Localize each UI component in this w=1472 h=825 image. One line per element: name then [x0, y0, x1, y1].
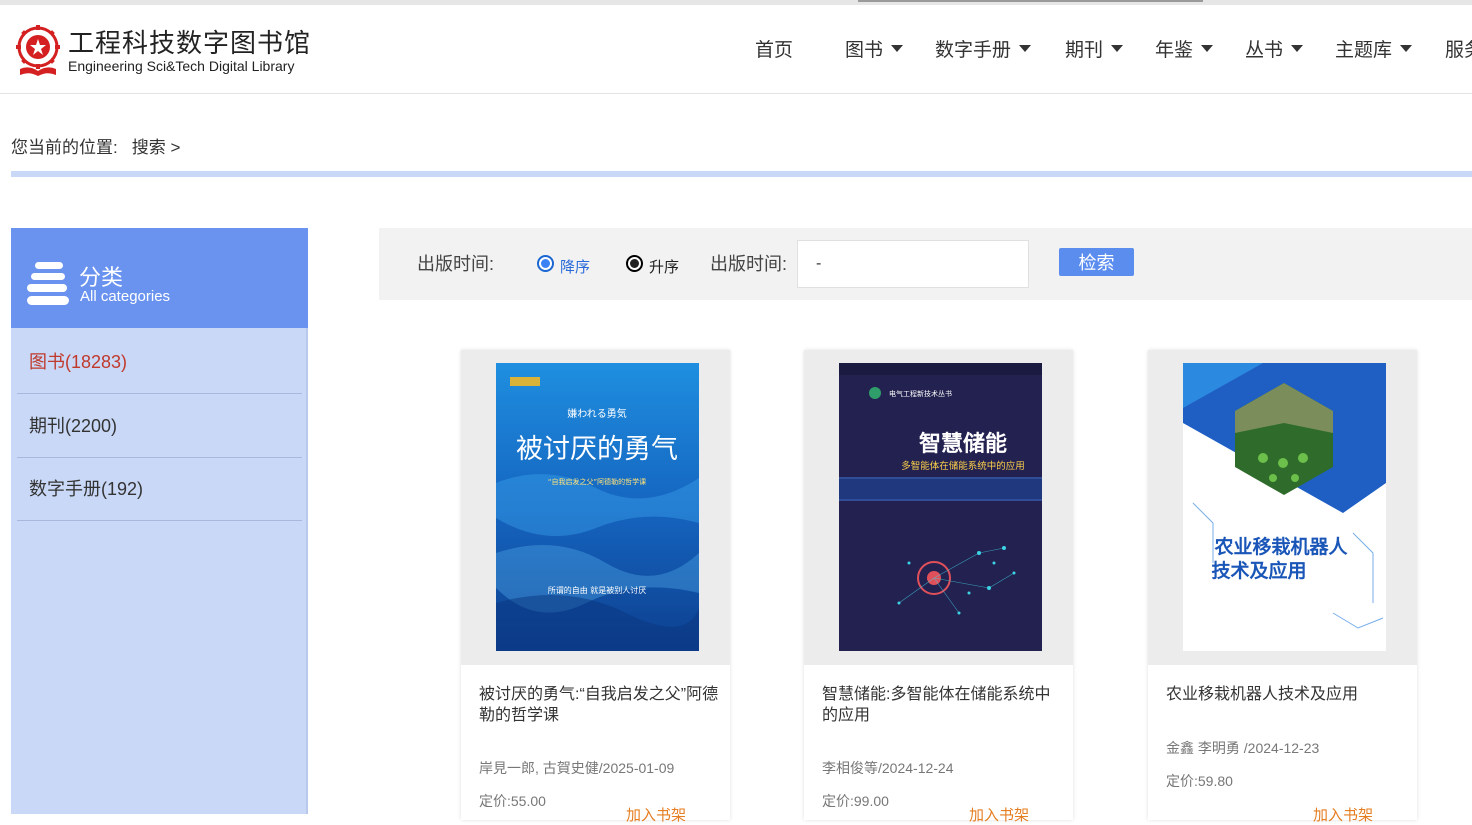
- sort-desc-label[interactable]: 降序: [560, 256, 590, 277]
- book-cover-image[interactable]: 农业移栽机器人 技术及应用: [1183, 363, 1386, 651]
- nav-journals[interactable]: 期刊: [1065, 35, 1124, 62]
- svg-text:“自我启发之父”阿德勒的哲学课: “自我启发之父”阿德勒的哲学课: [548, 477, 646, 486]
- chevron-down-icon: [1291, 45, 1304, 53]
- book-card[interactable]: 农业移栽机器人 技术及应用 农业移栽机器人技术及应用 金鑫 李明勇 /2024-…: [1148, 350, 1417, 824]
- pub-date-input[interactable]: [797, 240, 1029, 288]
- category-books[interactable]: 图书(18283): [17, 330, 302, 394]
- svg-text:被讨厌的勇气: 被讨厌的勇气: [516, 434, 678, 465]
- sort-desc-radio[interactable]: [537, 255, 554, 272]
- svg-text:技术及应用: 技术及应用: [1211, 559, 1306, 582]
- book-card[interactable]: 电气工程新技术丛书 智慧储能 多智能体在储能系统中的应用 智慧储能:多智能体在储…: [804, 350, 1073, 824]
- search-button[interactable]: 检索: [1059, 248, 1134, 276]
- book-author-date: 李相俊等/2024-12-24: [822, 760, 954, 776]
- svg-text:多智能体在储能系统中的应用: 多智能体在储能系统中的应用: [901, 460, 1025, 472]
- nav-home[interactable]: 首页: [755, 35, 793, 62]
- book-title[interactable]: 智慧储能:多智能体在储能系统中的应用: [822, 684, 1062, 726]
- book-price: 定价:99.00: [822, 793, 889, 809]
- category-journals[interactable]: 期刊(2200): [17, 394, 302, 458]
- chevron-down-icon: [891, 45, 904, 53]
- svg-text:农业移栽机器人: 农业移栽机器人: [1213, 535, 1348, 558]
- book-cover-image[interactable]: 嫌われる勇気 被讨厌的勇气 “自我启发之父”阿德勒的哲学课 所谓的自由 就是被别…: [496, 363, 699, 651]
- cover-area: 电气工程新技术丛书 智慧储能 多智能体在储能系统中的应用: [804, 350, 1073, 665]
- library-logo-icon: [16, 25, 60, 76]
- nav-books[interactable]: 图书: [845, 35, 904, 62]
- book-price: 定价:55.00: [479, 793, 546, 809]
- sidebar-subtitle: All categories: [80, 288, 171, 305]
- svg-text:智慧储能: 智慧储能: [919, 431, 1007, 457]
- book-cover-image[interactable]: 电气工程新技术丛书 智慧储能 多智能体在储能系统中的应用: [839, 363, 1042, 651]
- book-author-date: 金鑫 李明勇 /2024-12-23: [1166, 740, 1320, 756]
- sidebar-header: 分类 All categories: [11, 228, 308, 328]
- book-card[interactable]: 嫌われる勇気 被讨厌的勇气 “自我启发之父”阿德勒的哲学课 所谓的自由 就是被别…: [461, 350, 730, 824]
- nav-yearbooks[interactable]: 年鉴: [1155, 35, 1214, 62]
- cover-area: 嫌われる勇気 被讨厌的勇气 “自我启发之父”阿德勒的哲学课 所谓的自由 就是被别…: [461, 350, 730, 665]
- svg-text:电气工程新技术丛书: 电气工程新技术丛书: [889, 389, 952, 398]
- category-sidebar: 分类 All categories 图书(18283) 期刊(2200) 数字手…: [11, 228, 308, 814]
- book-title[interactable]: 农业移栽机器人技术及应用: [1166, 684, 1406, 705]
- breadcrumb-current[interactable]: 搜索 >: [132, 138, 181, 157]
- breadcrumb-prefix: 您当前的位置:: [11, 138, 118, 157]
- book-author-date: 岸見一郎, 古賀史健/2025-01-09: [479, 760, 675, 776]
- nav-services[interactable]: 服务: [1445, 35, 1472, 62]
- stacked-books-icon: [27, 262, 69, 305]
- add-to-shelf-button[interactable]: 加入书架: [1313, 804, 1373, 825]
- logo-title-en: Engineering Sci&Tech Digital Library: [68, 58, 295, 74]
- cover-area: 农业移栽机器人 技术及应用: [1148, 350, 1417, 665]
- category-digital-handbooks[interactable]: 数字手册(192): [17, 457, 302, 521]
- book-price: 定价:59.80: [1166, 773, 1233, 789]
- add-to-shelf-button[interactable]: 加入书架: [626, 804, 686, 825]
- chevron-down-icon: [1400, 45, 1413, 53]
- divider: [11, 171, 1472, 177]
- svg-text:所谓的自由 就是被别人讨厌: 所谓的自由 就是被别人讨厌: [548, 585, 647, 595]
- sort-asc-label[interactable]: 升序: [649, 256, 679, 277]
- book-title[interactable]: 被讨厌的勇气:“自我启发之父”阿德勒的哲学课: [479, 684, 719, 726]
- site-logo[interactable]: 工程科技数字图书馆 Engineering Sci&Tech Digital L…: [14, 23, 314, 83]
- nav-topic-libraries[interactable]: 主题库: [1335, 35, 1413, 62]
- pub-date-range-label: 出版时间:: [710, 254, 788, 274]
- breadcrumb: 您当前的位置: 搜索 >: [11, 133, 194, 158]
- filter-bar: 出版时间: 降序 升序 出版时间: 检索: [379, 228, 1472, 300]
- scrollbar-thumb[interactable]: [858, 0, 1203, 2]
- nav-series[interactable]: 丛书: [1245, 35, 1304, 62]
- chevron-down-icon: [1201, 45, 1214, 53]
- pub-date-sort-label: 出版时间:: [417, 254, 495, 274]
- site-header: 工程科技数字图书馆 Engineering Sci&Tech Digital L…: [0, 5, 1472, 94]
- chevron-down-icon: [1019, 45, 1032, 53]
- nav-digital-handbooks[interactable]: 数字手册: [935, 35, 1032, 62]
- add-to-shelf-button[interactable]: 加入书架: [969, 804, 1029, 825]
- sort-asc-radio[interactable]: [626, 255, 643, 272]
- chevron-down-icon: [1111, 45, 1124, 53]
- svg-text:嫌われる勇気: 嫌われる勇気: [567, 407, 627, 420]
- logo-title-cn: 工程科技数字图书馆: [68, 29, 312, 59]
